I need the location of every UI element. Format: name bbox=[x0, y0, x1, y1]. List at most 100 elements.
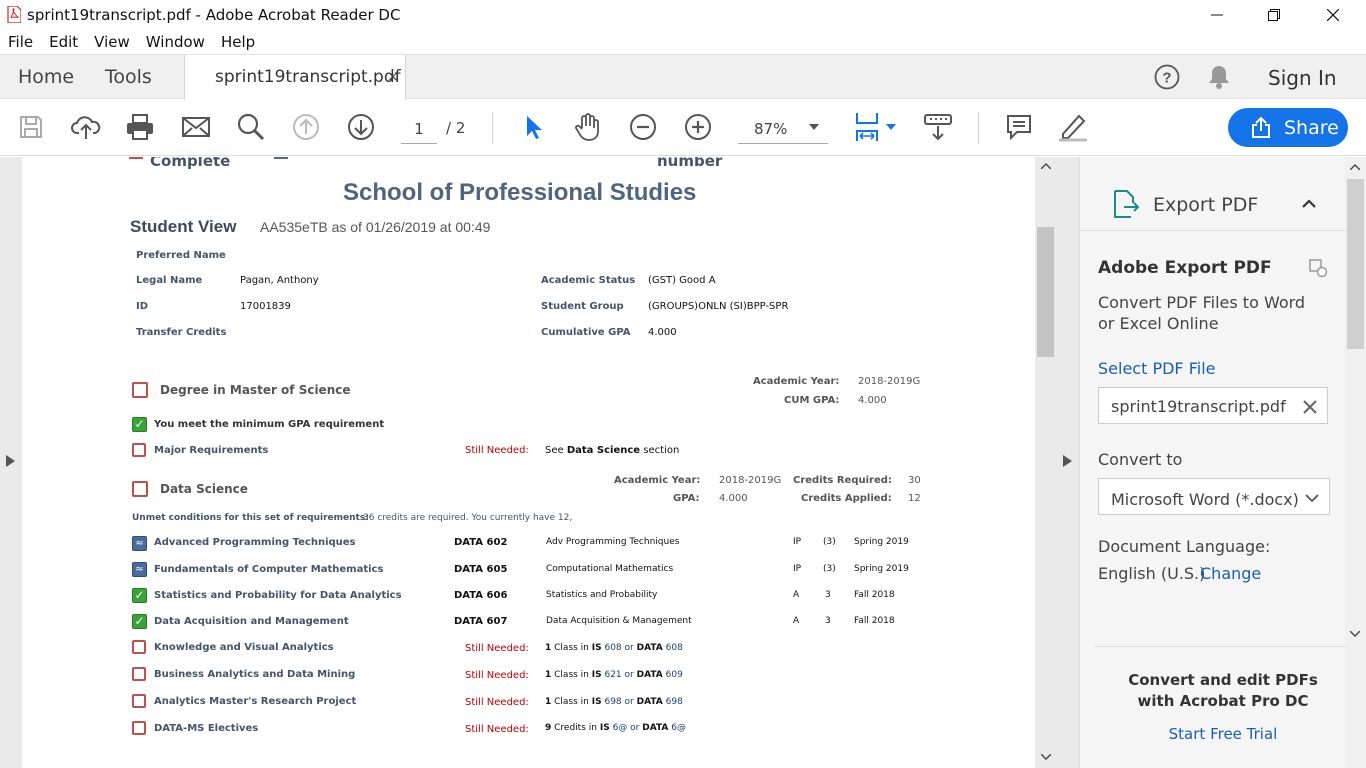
needed-requirement: Business Analytics and Data Mining bbox=[154, 669, 356, 680]
menu-window[interactable]: Window bbox=[138, 30, 213, 54]
cumulative-gpa-label: Cumulative GPA bbox=[541, 327, 631, 338]
document-scrollbar[interactable] bbox=[1035, 157, 1057, 768]
fit-dropdown-icon[interactable] bbox=[884, 120, 898, 134]
menu-edit[interactable]: Edit bbox=[41, 30, 86, 54]
panel-divider bbox=[1094, 646, 1346, 647]
checkbox-fragment bbox=[274, 157, 288, 159]
start-free-trial-link[interactable]: Start Free Trial bbox=[1080, 725, 1366, 743]
minimize-button[interactable] bbox=[1194, 0, 1240, 30]
credits-applied-label: Credits Applied: bbox=[801, 493, 892, 504]
panel-header[interactable]: Export PDF bbox=[1080, 157, 1346, 231]
check-icon: ✓ bbox=[132, 614, 147, 629]
next-page-icon[interactable] bbox=[345, 112, 377, 142]
sign-in-link[interactable]: Sign In bbox=[1268, 66, 1337, 90]
search-icon[interactable] bbox=[235, 112, 267, 142]
unchecked-box bbox=[132, 667, 146, 681]
needed-detail: 9 Credits in IS 6@ or DATA 6@ bbox=[545, 723, 686, 733]
menu-file[interactable]: File bbox=[0, 30, 41, 54]
student-view-subtitle: AA535eTB as of 01/26/2019 at 00:49 bbox=[260, 219, 491, 235]
export-pdf-panel: Export PDF Adobe Export PDF Convert PDF … bbox=[1079, 157, 1346, 768]
promo-line1: Convert and edit PDFs bbox=[1128, 671, 1318, 689]
cumulative-gpa-value: 4.000 bbox=[648, 327, 677, 338]
menu-help[interactable]: Help bbox=[213, 30, 263, 54]
credits-applied-value: 12 bbox=[908, 493, 921, 504]
course-grade: IP bbox=[793, 564, 802, 574]
course-credits: 3 bbox=[825, 590, 831, 600]
data-science-checkbox bbox=[132, 481, 148, 497]
scroll-down-icon[interactable] bbox=[1041, 754, 1051, 760]
convert-to-label: Convert to bbox=[1098, 450, 1183, 469]
course-credits: (3) bbox=[823, 537, 836, 547]
upload-cloud-icon[interactable] bbox=[70, 112, 102, 142]
format-select[interactable]: Microsoft Word (*.docx) bbox=[1098, 478, 1330, 515]
course-code: DATA 607 bbox=[454, 616, 508, 627]
student-group-label: Student Group bbox=[541, 301, 624, 312]
right-panel-toggle[interactable] bbox=[1057, 157, 1079, 768]
zoom-out-icon[interactable] bbox=[627, 112, 659, 142]
clear-file-icon[interactable] bbox=[1303, 400, 1317, 414]
course-grade: IP bbox=[793, 537, 802, 547]
help-icon[interactable]: ? bbox=[1153, 63, 1181, 91]
ds-gpa-label: GPA: bbox=[673, 493, 700, 504]
fit-page-icon[interactable] bbox=[852, 110, 882, 144]
menu-view[interactable]: View bbox=[86, 30, 138, 54]
degree-cumgpa-label: CUM GPA: bbox=[784, 395, 840, 406]
format-select-value: Microsoft Word (*.docx) bbox=[1111, 490, 1299, 509]
needed-detail: 1 Class in IS 621 or DATA 609 bbox=[545, 670, 683, 680]
share-button[interactable]: Share bbox=[1228, 108, 1348, 147]
tab-home[interactable]: Home bbox=[18, 66, 74, 88]
student-view-title: Student View bbox=[130, 217, 237, 236]
chevron-up-icon[interactable] bbox=[1302, 199, 1316, 208]
course-credits: (3) bbox=[823, 564, 836, 574]
in-progress-icon: ≈ bbox=[132, 562, 147, 577]
check-icon: ✓ bbox=[132, 417, 147, 432]
still-needed-label: Still Needed: bbox=[465, 724, 529, 735]
course-term: Fall 2018 bbox=[854, 590, 895, 600]
scroll-up-icon[interactable] bbox=[1350, 164, 1360, 170]
tab-tools[interactable]: Tools bbox=[105, 66, 152, 88]
still-needed-label: Still Needed: bbox=[465, 445, 529, 456]
document-page: Complete number School of Professional S… bbox=[22, 157, 1035, 768]
needed-detail: 1 Class in IS 698 or DATA 698 bbox=[545, 697, 683, 707]
unchecked-box bbox=[132, 640, 146, 654]
export-settings-icon[interactable] bbox=[1308, 258, 1328, 278]
legal-name-label: Legal Name bbox=[136, 275, 203, 286]
previous-page-icon[interactable] bbox=[290, 112, 322, 142]
document-language-label: Document Language: bbox=[1098, 537, 1271, 556]
left-panel-toggle[interactable] bbox=[0, 157, 22, 768]
selected-file-field[interactable]: sprint19transcript.pdf bbox=[1098, 387, 1328, 424]
chevron-down-icon[interactable] bbox=[807, 120, 821, 134]
page-total: / 2 bbox=[446, 119, 466, 137]
ds-ay-label: Academic Year: bbox=[614, 475, 701, 486]
course-requirement: Advanced Programming Techniques bbox=[154, 537, 356, 548]
keyboard-scroll-icon[interactable] bbox=[922, 112, 954, 142]
scroll-up-icon[interactable] bbox=[1041, 163, 1051, 169]
page-number-input[interactable]: 1 bbox=[401, 116, 437, 144]
bell-icon[interactable] bbox=[1205, 63, 1233, 91]
close-window-button[interactable] bbox=[1310, 0, 1356, 30]
highlight-pen-icon[interactable] bbox=[1056, 112, 1090, 142]
cut-legend-number: number bbox=[657, 157, 723, 170]
scroll-down-icon[interactable] bbox=[1350, 631, 1360, 637]
tab-document[interactable]: sprint19transcript.pdf × bbox=[184, 55, 406, 100]
change-language-link[interactable]: Change bbox=[1200, 564, 1261, 583]
preferred-name-label: Preferred Name bbox=[136, 250, 226, 261]
credits-required-label: Credits Required: bbox=[793, 475, 892, 486]
close-tab-icon[interactable]: × bbox=[387, 69, 399, 85]
scrollbar-thumb[interactable] bbox=[1347, 179, 1364, 349]
promo-line2: with Acrobat Pro DC bbox=[1137, 692, 1309, 710]
select-pdf-file-link[interactable]: Select PDF File bbox=[1098, 359, 1215, 378]
maximize-button[interactable] bbox=[1251, 0, 1297, 30]
email-icon[interactable] bbox=[180, 112, 212, 142]
degree-cumgpa-value: 4.000 bbox=[858, 395, 887, 406]
select-cursor-icon[interactable] bbox=[518, 112, 548, 142]
toolbar-divider bbox=[492, 112, 493, 144]
save-icon[interactable] bbox=[16, 112, 46, 142]
scrollbar-thumb[interactable] bbox=[1037, 227, 1054, 357]
course-term: Spring 2019 bbox=[854, 564, 909, 574]
comment-icon[interactable] bbox=[1003, 112, 1035, 142]
print-icon[interactable] bbox=[124, 112, 156, 142]
hand-tool-icon[interactable] bbox=[572, 112, 604, 142]
panel-scrollbar[interactable] bbox=[1345, 157, 1366, 768]
zoom-in-icon[interactable] bbox=[682, 112, 714, 142]
